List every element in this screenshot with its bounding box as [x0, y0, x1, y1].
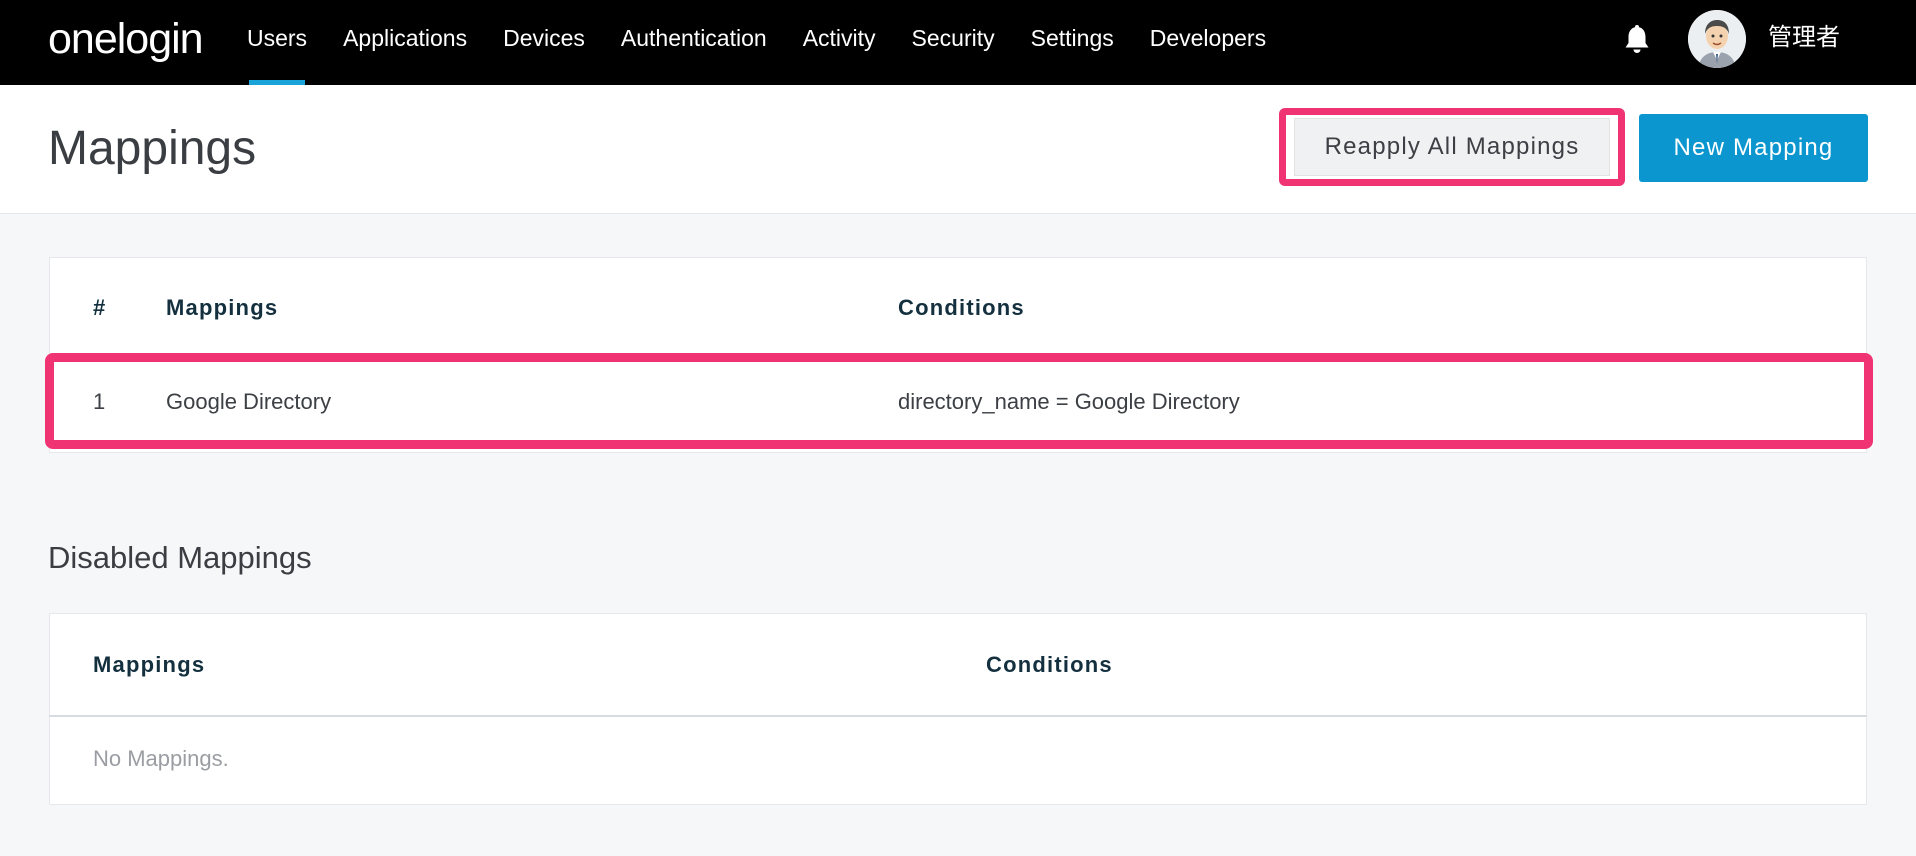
main-nav: Users Applications Devices Authenticatio… — [229, 0, 1284, 85]
mapping-name-link[interactable]: Google Directory — [166, 387, 331, 417]
avatar-icon[interactable] — [1688, 10, 1746, 68]
new-mapping-button[interactable]: New Mapping — [1639, 114, 1868, 182]
user-name[interactable]: 管理者 — [1768, 22, 1840, 54]
nav-item-users[interactable]: Users — [229, 0, 325, 85]
column-header-mappings: Mappings — [166, 295, 279, 320]
nav-item-activity[interactable]: Activity — [785, 0, 894, 85]
nav-item-settings[interactable]: Settings — [1013, 0, 1132, 85]
reapply-all-mappings-button[interactable]: Reapply All Mappings — [1294, 118, 1610, 176]
disabled-mappings-table — [49, 613, 1867, 805]
nav-item-devices[interactable]: Devices — [485, 0, 603, 85]
row-number: 1 — [93, 389, 106, 414]
disabled-column-header-mappings: Mappings — [93, 652, 206, 677]
bell-icon[interactable] — [1622, 24, 1652, 56]
table-divider — [49, 715, 1867, 717]
page-title: Mappings — [48, 122, 257, 175]
page-header: Mappings — [0, 85, 1916, 214]
onelogin-logo[interactable]: onelogin — [48, 14, 204, 64]
empty-state-text: No Mappings. — [93, 746, 229, 771]
top-navbar: onelogin Users Applications Devices Auth… — [0, 0, 1916, 85]
column-header-conditions: Conditions — [898, 295, 1025, 320]
disabled-mappings-title: Disabled Mappings — [48, 540, 312, 575]
nav-item-security[interactable]: Security — [894, 0, 1013, 85]
nav-item-applications[interactable]: Applications — [325, 0, 485, 85]
disabled-column-header-conditions: Conditions — [986, 652, 1113, 677]
mapping-condition: directory_name = Google Directory — [898, 389, 1240, 414]
column-header-number: # — [93, 295, 107, 320]
nav-item-authentication[interactable]: Authentication — [603, 0, 785, 85]
nav-item-developers[interactable]: Developers — [1132, 0, 1284, 85]
